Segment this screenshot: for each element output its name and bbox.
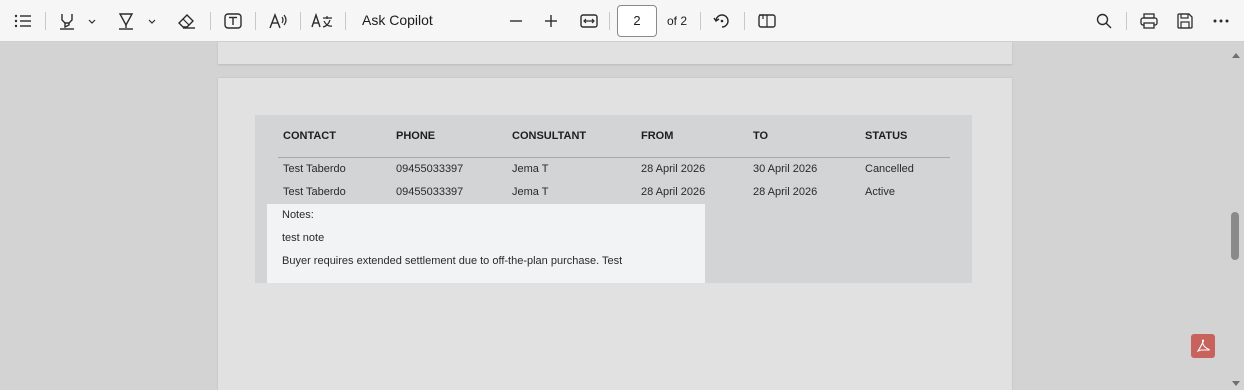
translate-icon[interactable] (310, 8, 334, 34)
print-icon[interactable] (1139, 8, 1159, 34)
cell-from: 28 April 2026 (641, 186, 706, 198)
note-text: Buyer requires extended settlement due t… (282, 255, 623, 267)
zoom-out-icon[interactable] (506, 8, 526, 34)
cell-status: Active (865, 186, 895, 198)
notes-label: Notes: (282, 209, 314, 221)
document-viewer[interactable]: CONTACT PHONE CONSULTANT FROM TO STATUS … (0, 42, 1244, 390)
scroll-up-arrow-icon[interactable] (1231, 46, 1241, 64)
pdf-page-2: CONTACT PHONE CONSULTANT FROM TO STATUS … (218, 78, 1012, 390)
fit-width-icon[interactable] (578, 8, 600, 34)
page-number-input[interactable]: 2 (617, 5, 657, 37)
column-header-consultant: CONSULTANT (512, 130, 587, 142)
highlight-icon[interactable] (56, 8, 78, 34)
cell-status: Cancelled (865, 163, 914, 175)
cell-consultant: Jema T (512, 163, 549, 175)
zoom-in-icon[interactable] (541, 8, 561, 34)
pdf-toolbar: Ask Copilot 2 of 2 (0, 0, 1244, 42)
toolbar-divider (255, 12, 256, 30)
ask-copilot-button[interactable]: Ask Copilot (362, 12, 433, 28)
toolbar-divider (45, 12, 46, 30)
cell-phone: 09455033397 (396, 186, 464, 198)
cell-to: 28 April 2026 (753, 186, 818, 198)
toolbar-divider (345, 12, 346, 30)
search-icon[interactable] (1094, 8, 1114, 34)
cell-to: 30 April 2026 (753, 163, 818, 175)
scroll-down-arrow-icon[interactable] (1231, 375, 1241, 390)
column-header-from: FROM (641, 130, 674, 142)
cell-consultant: Jema T (512, 186, 549, 198)
toolbar-divider (1126, 12, 1127, 30)
toolbar-divider (300, 12, 301, 30)
read-aloud-icon[interactable] (268, 8, 290, 34)
page-view-icon[interactable] (756, 8, 778, 34)
save-icon[interactable] (1175, 8, 1195, 34)
text-box-icon[interactable] (222, 8, 244, 34)
cell-contact: Test Taberdo (283, 186, 346, 198)
scrollbar-thumb[interactable] (1231, 212, 1239, 260)
bookings-table: CONTACT PHONE CONSULTANT FROM TO STATUS … (255, 115, 972, 283)
header-divider (278, 157, 950, 158)
note-text: test note (282, 232, 325, 244)
more-options-icon[interactable] (1211, 8, 1231, 34)
cell-from: 28 April 2026 (641, 163, 706, 175)
column-header-to: TO (753, 130, 769, 142)
eraser-icon[interactable] (177, 8, 197, 34)
toolbar-divider (210, 12, 211, 30)
column-header-status: STATUS (865, 130, 908, 142)
column-header-phone: PHONE (396, 130, 436, 142)
pdf-page-1 (218, 42, 1012, 64)
chevron-down-icon[interactable] (87, 15, 97, 27)
acrobat-icon[interactable] (1191, 334, 1215, 358)
vertical-scrollbar[interactable] (1228, 42, 1244, 390)
page-total-label: of 2 (667, 14, 688, 28)
cell-contact: Test Taberdo (283, 163, 346, 175)
chevron-down-icon[interactable] (147, 15, 157, 27)
notes-panel: Notes: test note Buyer requires extended… (267, 204, 705, 283)
toolbar-divider (700, 12, 701, 30)
contents-icon[interactable] (12, 8, 34, 34)
toolbar-divider (744, 12, 745, 30)
rotate-icon[interactable] (711, 8, 733, 34)
draw-icon[interactable] (116, 8, 136, 34)
cell-phone: 09455033397 (396, 163, 464, 175)
column-header-contact: CONTACT (283, 130, 336, 142)
toolbar-divider (609, 12, 610, 30)
